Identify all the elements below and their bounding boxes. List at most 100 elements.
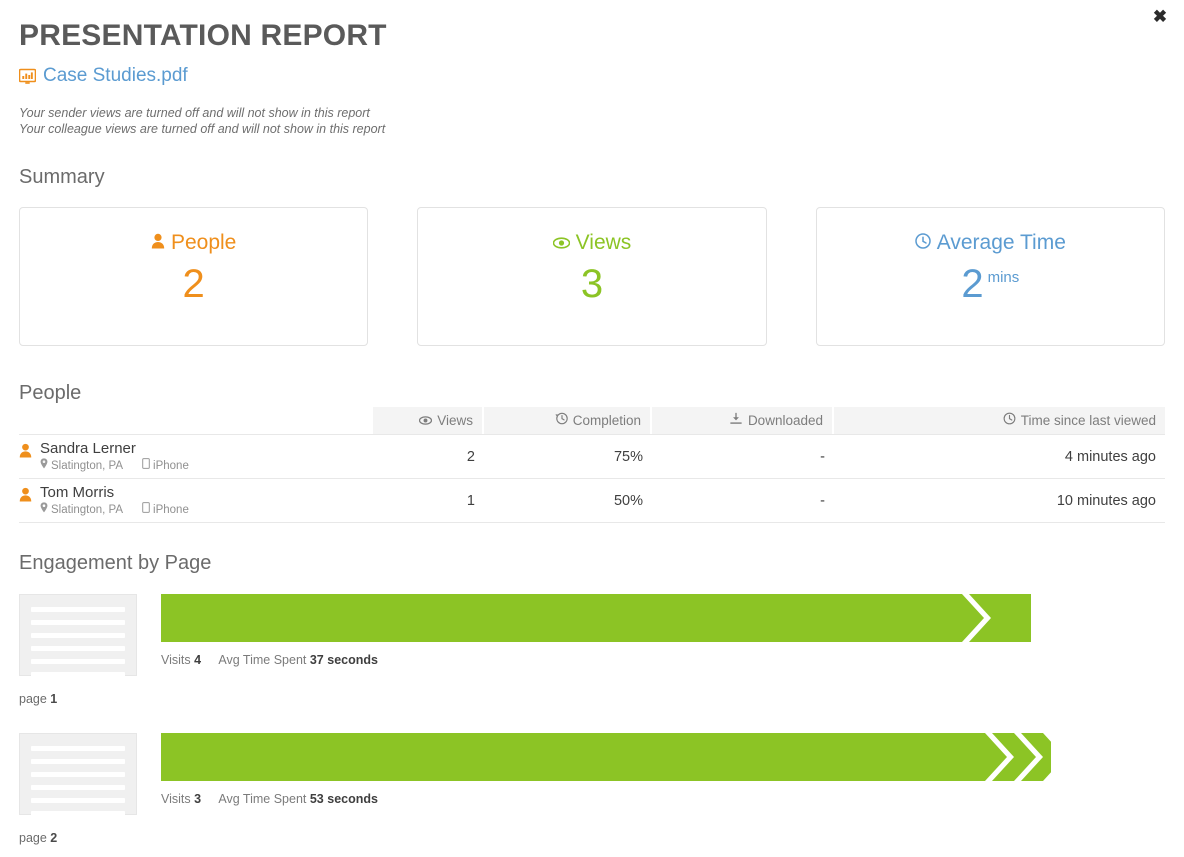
engagement-page-row: page 2 Visits 3 Avg Time Spent 53 second…: [19, 733, 1165, 846]
thumbnail-line: [31, 772, 125, 777]
page-thumbnail-column: page 2: [19, 733, 139, 846]
thumbnail-line: [31, 785, 125, 790]
summary-card-average-time-label: Average Time: [915, 231, 1066, 255]
cell-completion: 75%: [484, 434, 652, 479]
cell-views: 2: [373, 434, 484, 479]
summary-card-views-value: 3: [581, 261, 603, 307]
engagement-bar-column: Visits 4 Avg Time Spent 37 seconds: [161, 594, 1165, 707]
person-icon: [19, 443, 32, 462]
visits-value: 3: [194, 792, 201, 806]
thumbnail-line: [31, 759, 125, 764]
engagement-heading: Engagement by Page: [0, 551, 211, 575]
page-caption: page 2: [19, 831, 139, 846]
visits-label: Visits: [161, 653, 191, 667]
person-meta: Slatington, PA iPhone: [40, 502, 189, 517]
clock-icon: [915, 231, 931, 255]
page-thumbnail[interactable]: [19, 733, 137, 815]
summary-card-unit-text: mins: [988, 261, 1020, 289]
file-name-link[interactable]: Case Studies.pdf: [43, 65, 188, 87]
page-caption-number: 1: [50, 692, 57, 706]
visits-label: Visits: [161, 792, 191, 806]
person-location: Slatington, PA: [51, 459, 123, 473]
person-name: Tom Morris: [40, 484, 189, 501]
cell-downloaded: -: [652, 434, 834, 479]
table-row[interactable]: Sandra Lerner Slatington, PA: [19, 434, 1165, 479]
summary-card-label-text: Views: [576, 231, 632, 255]
avg-time-label: Avg Time Spent: [218, 792, 306, 806]
column-header-downloaded[interactable]: Downloaded: [652, 407, 834, 434]
presentation-chart-icon: [19, 68, 36, 85]
colleague-views-notice: Your colleague views are turned off and …: [19, 121, 1184, 137]
column-header-label: Views: [437, 413, 473, 428]
table-row[interactable]: Tom Morris Slatington, PA: [19, 479, 1165, 523]
summary-card-people-value: 2: [183, 261, 205, 307]
table-header-row: Views Completion: [19, 407, 1165, 434]
cell-completion: 50%: [484, 479, 652, 523]
summary-card-people-label: People: [151, 231, 236, 255]
mobile-phone-icon: [142, 502, 150, 517]
column-header-views[interactable]: Views: [373, 407, 484, 434]
summary-card-views: Views 3: [417, 207, 766, 346]
page-title: PRESENTATION REPORT: [0, 0, 1184, 55]
summary-card-value-text: 2: [961, 261, 983, 307]
clock-icon: [1003, 412, 1016, 428]
mobile-phone-icon: [142, 458, 150, 473]
page-caption-number: 2: [50, 831, 57, 845]
people-table: Views Completion: [19, 407, 1165, 523]
thumbnail-line: [31, 607, 125, 612]
page-caption-label: page: [19, 831, 47, 845]
cell-time-since-last-viewed: 4 minutes ago: [834, 434, 1165, 479]
page-caption: page 1: [19, 692, 139, 707]
report-page: ✖ PRESENTATION REPORT Case Studies.pdf Y…: [0, 0, 1184, 857]
engagement-bar-column: Visits 3 Avg Time Spent 53 seconds: [161, 733, 1165, 846]
eye-icon: [553, 231, 570, 255]
column-header-label: Completion: [573, 413, 641, 428]
person-device: iPhone: [153, 503, 189, 517]
people-heading: People: [0, 381, 81, 405]
column-header-time-since-last-viewed[interactable]: Time since last viewed: [834, 407, 1165, 434]
engagement-bar-page-2: [161, 733, 1051, 781]
eye-icon: [419, 413, 432, 428]
column-header-completion[interactable]: Completion: [484, 407, 652, 434]
person-meta: Slatington, PA iPhone: [40, 458, 189, 473]
summary-card-value-text: 3: [581, 261, 603, 307]
cell-time-since-last-viewed: 10 minutes ago: [834, 479, 1165, 523]
file-link-row: Case Studies.pdf: [0, 55, 1184, 87]
engagement-stats: Visits 4 Avg Time Spent 37 seconds: [161, 653, 1165, 668]
engagement-stats: Visits 3 Avg Time Spent 53 seconds: [161, 792, 1165, 807]
summary-card-label-text: People: [171, 231, 236, 255]
visits-value: 4: [194, 653, 201, 667]
engagement-bar-page-1: [161, 594, 1031, 642]
summary-card-average-time: Average Time 2 mins: [816, 207, 1165, 346]
column-header-label: Downloaded: [748, 413, 823, 428]
person-location: Slatington, PA: [51, 503, 123, 517]
thumbnail-line: [31, 659, 125, 664]
cell-views: 1: [373, 479, 484, 523]
thumbnail-line: [31, 646, 125, 651]
person-cell: Tom Morris Slatington, PA: [19, 479, 373, 523]
column-header-name: [19, 407, 373, 434]
summary-card-label-text: Average Time: [937, 231, 1066, 255]
cell-downloaded: -: [652, 479, 834, 523]
person-icon: [19, 487, 32, 506]
engagement-page-row: page 1 Visits 4 Avg Time Spent 37 second…: [19, 594, 1165, 707]
person-cell: Sandra Lerner Slatington, PA: [19, 434, 373, 479]
page-caption-label: page: [19, 692, 47, 706]
person-name: Sandra Lerner: [40, 440, 189, 457]
page-thumbnail[interactable]: [19, 594, 137, 676]
thumbnail-line: [31, 746, 125, 751]
avg-time-value: 37 seconds: [310, 653, 378, 667]
avg-time-value: 53 seconds: [310, 792, 378, 806]
page-thumbnail-column: page 1: [19, 594, 139, 707]
notices: Your sender views are turned off and wil…: [0, 87, 1184, 137]
download-icon: [729, 412, 743, 428]
thumbnail-line: [31, 620, 125, 625]
location-pin-icon: [40, 458, 48, 473]
avg-time-label: Avg Time Spent: [218, 653, 306, 667]
summary-card-average-time-value: 2 mins: [961, 261, 1019, 307]
thumbnail-line: [31, 633, 125, 638]
summary-card-people: People 2: [19, 207, 368, 346]
sender-views-notice: Your sender views are turned off and wil…: [19, 105, 1184, 121]
summary-card-value-text: 2: [183, 261, 205, 307]
close-icon[interactable]: ✖: [1149, 6, 1171, 28]
